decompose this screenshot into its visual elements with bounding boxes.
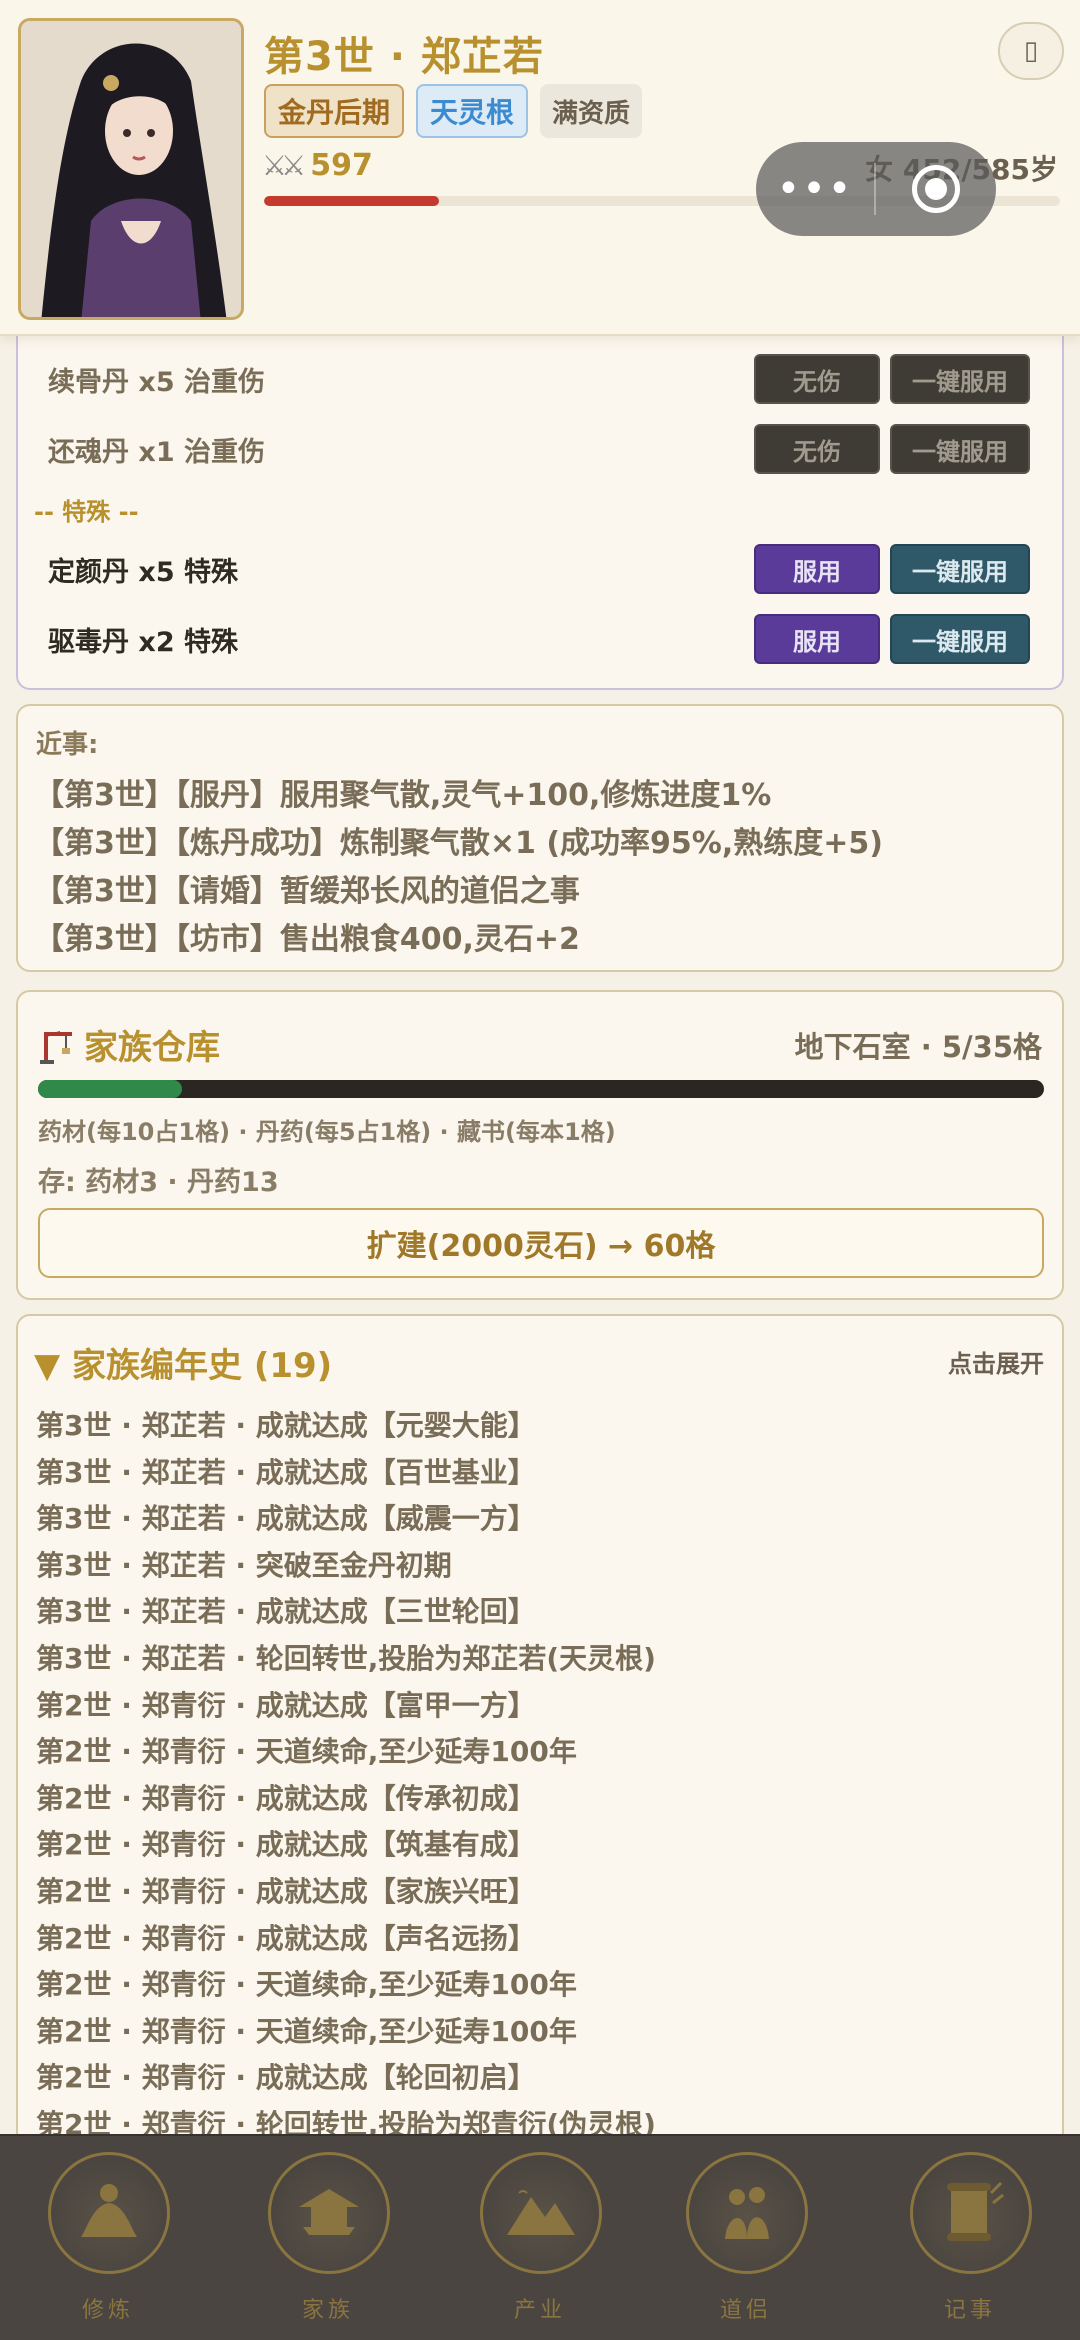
chronicle-entry: 第2世 · 郑青衍 · 成就达成【筑基有成】 [36,1828,536,1862]
special-section-label: -- 特殊 -- [34,498,139,526]
chronicle-entry: 第2世 · 郑青衍 · 天道续命,至少延寿100年 [36,1735,577,1769]
mountain-icon [480,2152,602,2274]
use-all-button[interactable]: 一键服用 [890,354,1030,404]
close-miniprogram-button[interactable] [876,165,996,213]
bottom-nav: 修炼 家族 产业 道侣 记事 [0,2134,1080,2340]
use-pill-button[interactable]: 无伤 [754,354,880,404]
meditation-icon [48,2152,170,2274]
warehouse-header: 家族仓库 [38,1020,220,1069]
nav-item-records[interactable]: 记事 [900,2142,1040,2338]
pill-name: 还魂丹 x1 治重伤 [48,436,266,468]
pill-list-panel: 续骨丹 x5 治重伤 无伤 一键服用 还魂丹 x1 治重伤 无伤 一键服用 --… [16,300,1064,690]
chronicle-expand-link[interactable]: 点击展开 [948,1344,1044,1379]
use-pill-button[interactable]: 服用 [754,614,880,664]
chronicle-entry: 第3世 · 郑芷若 · 成就达成【威震一方】 [36,1502,536,1536]
crossed-swords-icon: ⚔⚔ [262,149,306,182]
pavilion-icon [268,2152,390,2274]
character-title: 第3世 · 郑芷若 [264,34,544,80]
combat-power: ⚔⚔ 597 [262,148,373,183]
nav-label: 道侣 [719,2298,772,2323]
chronicle-entry: 第2世 · 郑青衍 · 成就达成【传承初成】 [36,1781,536,1815]
target-icon [912,165,960,213]
couple-icon [686,2152,808,2274]
chronicle-entry: 第3世 · 郑芷若 · 成就达成【元婴大能】 [36,1409,536,1442]
recent-event-line: 【第3世】【炼丹成功】炼制聚气散×1 (成功率95%,熟练度+5) [34,826,883,861]
expand-warehouse-button[interactable]: 扩建(2000灵石) → 60格 [38,1208,1044,1278]
chronicle-entry: 第2世 · 郑青衍 · 成就达成【家族兴旺】 [36,1875,536,1908]
realm-badge: 金丹后期 [264,84,405,138]
use-all-button[interactable]: 一键服用 [890,614,1030,664]
chronicle-entry: 第2世 · 郑青衍 · 成就达成【轮回初启】 [36,2061,536,2095]
lifespan-bar-fill [264,196,440,206]
recent-event-line: 【第3世】【坊市】售出粮食400,灵石+2 [34,922,580,957]
nav-item-partner[interactable]: 道侣 [676,2142,816,2338]
badge-row: 金丹后期 天灵根 满资质 [264,84,643,138]
pill-row: 还魂丹 x1 治重伤 无伤 一键服用 [48,424,1058,474]
pill-name: 续骨丹 x5 治重伤 [48,366,266,398]
use-pill-button[interactable]: 无伤 [754,424,880,474]
portrait-illustration [21,21,241,317]
menu-icon: ▯ [1023,36,1039,66]
nav-label: 产业 [513,2298,566,2323]
pill-row: 续骨丹 x5 治重伤 无伤 一键服用 [48,354,1058,404]
chronicle-entry: 第2世 · 郑青衍 · 天道续命,至少延寿100年 [36,1968,577,2002]
chronicle-entry: 第2世 · 郑青衍 · 成就达成【富甲一方】 [36,1688,536,1722]
pill-name: 定颜丹 x5 特殊 [48,556,239,588]
chronicle-entry: 第3世 · 郑芷若 · 成就达成【三世轮回】 [36,1595,536,1629]
use-all-button[interactable]: 一键服用 [890,424,1030,474]
aptitude-badge: 满资质 [540,84,643,138]
character-header: 第3世 · 郑芷若 金丹后期 天灵根 满资质 ⚔⚔ 597 女 452/585岁… [0,0,1080,336]
pill-row: 驱毒丹 x2 特殊 服用 一键服用 [48,614,1058,664]
warehouse-rule: 药材(每10占1格) · 丹药(每5占1格) · 藏书(每本1格) [38,1118,616,1146]
family-chronicle-panel: ▼ 家族编年史 (19) 点击展开 第3世 · 郑芷若 · 成就达成【元婴大能】… [16,1314,1064,2154]
nav-item-cultivate[interactable]: 修炼 [38,2142,178,2338]
nav-label: 修炼 [81,2298,134,2323]
menu-button[interactable]: ▯ [998,22,1064,80]
nav-item-industry[interactable]: 产业 [470,2142,610,2338]
chronicle-entry: 第2世 · 郑青衍 · 天道续命,至少延寿100年 [36,2014,577,2048]
warehouse-title: 家族仓库 [84,1028,220,1068]
spirit-root-badge: 天灵根 [416,84,529,138]
warehouse-stock: 存: 药材3 · 丹药13 [38,1167,279,1198]
recent-event-line: 【第3世】【请婚】暂缓郑长风的道侣之事 [34,874,580,909]
use-all-button[interactable]: 一键服用 [890,544,1030,594]
character-portrait[interactable] [18,18,244,320]
nav-item-family[interactable]: 家族 [258,2142,398,2338]
pill-row: 定颜丹 x5 特殊 服用 一键服用 [48,544,1058,594]
pill-name: 驱毒丹 x2 特殊 [48,626,239,658]
combat-power-value: 597 [310,148,373,183]
recent-events-title: 近事: [36,730,99,760]
chronicle-entry: 第3世 · 郑芷若 · 轮回转世,投胎为郑芷若(天灵根) [36,1642,656,1675]
scroll-icon [910,2152,1032,2274]
crane-icon [40,1030,72,1064]
recent-event-line: 【第3世】【服丹】服用聚气散,灵气+100,修炼进度1% [34,778,772,813]
warehouse-capacity-bar [38,1080,1044,1098]
miniprogram-capsule: ••• [756,142,996,236]
chronicle-entry: 第3世 · 郑芷若 · 突破至金丹初期 [36,1548,452,1582]
recent-events-panel: 近事: 【第3世】【服丹】服用聚气散,灵气+100,修炼进度1% 【第3世】【炼… [16,704,1064,972]
chronicle-entry: 第2世 · 郑青衍 · 成就达成【声名远扬】 [36,1921,536,1955]
chronicle-toggle[interactable]: ▼ 家族编年史 (19) [34,1338,332,1387]
warehouse-location: 地下石室 · 5/35格 [794,1030,1042,1064]
warehouse-capacity-fill [38,1080,182,1098]
nav-label: 家族 [301,2298,354,2323]
nav-label: 记事 [943,2298,996,2323]
family-warehouse-panel: 家族仓库 地下石室 · 5/35格 药材(每10占1格) · 丹药(每5占1格)… [16,990,1064,1300]
more-icon[interactable]: ••• [756,166,874,212]
chronicle-entry: 第3世 · 郑芷若 · 成就达成【百世基业】 [36,1455,536,1489]
use-pill-button[interactable]: 服用 [754,544,880,594]
